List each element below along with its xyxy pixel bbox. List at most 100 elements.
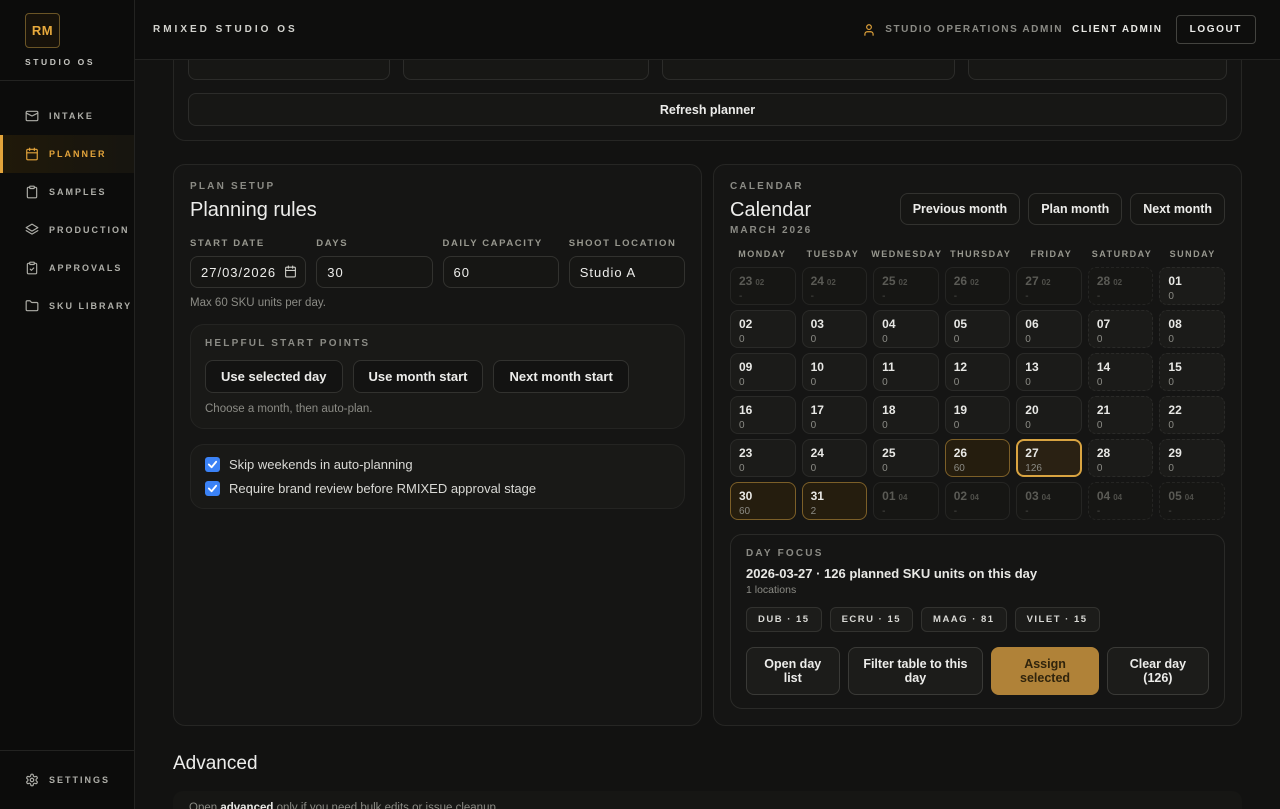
sidebar-item-planner[interactable]: PLANNER [0, 135, 134, 173]
calendar-day-11[interactable]: 11 0 [873, 353, 939, 391]
location-chips: DUB · 15ECRU · 15MAAG · 81VILET · 15 [746, 607, 1209, 632]
sidebar: RM STUDIO OS INTAKE PLANNER SAMPLES PROD… [0, 0, 135, 809]
calendar-day-02[interactable]: 02 0 [730, 310, 796, 348]
cutoff-input[interactable] [662, 60, 955, 80]
topbar: RMIXED STUDIO OS STUDIO OPERATIONS ADMIN… [135, 0, 1280, 60]
sidebar-item-approvals[interactable]: APPROVALS [0, 249, 134, 287]
field-label: DAYS [316, 238, 432, 249]
calendar-day-27-02[interactable]: 2702 - [1016, 267, 1082, 305]
filters-panel-cutoff: Refresh planner [173, 60, 1242, 141]
calendar-day-15[interactable]: 15 0 [1159, 353, 1225, 391]
use-selected-day-button[interactable]: Use selected day [205, 360, 343, 393]
panels-row: PLAN SETUP Planning rules START DATE DAY… [173, 164, 1242, 726]
sidebar-item-sku-library[interactable]: SKU LIBRARY [0, 287, 134, 325]
cutoff-input[interactable] [403, 60, 649, 80]
calendar-day-14[interactable]: 14 0 [1088, 353, 1154, 391]
calendar-day-24-02[interactable]: 2402 - [802, 267, 868, 305]
sidebar-footer: SETTINGS [0, 750, 134, 809]
plan-month-button[interactable]: Plan month [1028, 193, 1122, 225]
next-month-button[interactable]: Next month [1130, 193, 1225, 225]
calendar-day-20[interactable]: 20 0 [1016, 396, 1082, 434]
open-day-list-button[interactable]: Open day list [746, 647, 840, 695]
calendar-day-29[interactable]: 29 0 [1159, 439, 1225, 477]
clear-day-126--button[interactable]: Clear day (126) [1107, 647, 1209, 695]
calendar-day-03-04[interactable]: 0304 - [1016, 482, 1082, 520]
daily-capacity-input[interactable] [443, 256, 559, 288]
days-input[interactable] [316, 256, 432, 288]
calendar-day-02-04[interactable]: 0204 - [945, 482, 1011, 520]
sidebar-item-samples[interactable]: SAMPLES [0, 173, 134, 211]
calendar-day-23[interactable]: 23 0 [730, 439, 796, 477]
refresh-planner-button[interactable]: Refresh planner [188, 93, 1227, 126]
calendar-day-10[interactable]: 10 0 [802, 353, 868, 391]
calendar-day-01[interactable]: 01 0 [1159, 267, 1225, 305]
calendar-day-08[interactable]: 08 0 [1159, 310, 1225, 348]
cutoff-inputs-row [188, 60, 1227, 80]
weekday-label: SUNDAY [1160, 249, 1225, 259]
plan-setup-title: Planning rules [190, 199, 685, 222]
checkbox-icon[interactable] [205, 481, 220, 496]
calendar-day-25-02[interactable]: 2502 - [873, 267, 939, 305]
calendar-day-13[interactable]: 13 0 [1016, 353, 1082, 391]
calendar-day-22[interactable]: 22 0 [1159, 396, 1225, 434]
calendar-day-26-02[interactable]: 2602 - [945, 267, 1011, 305]
calendar-day-09[interactable]: 09 0 [730, 353, 796, 391]
calendar-day-30[interactable]: 30 60 [730, 482, 796, 520]
checkbox-icon[interactable] [205, 457, 220, 472]
calendar-day-05[interactable]: 05 0 [945, 310, 1011, 348]
weekday-label: FRIDAY [1019, 249, 1084, 259]
checkbox-skip-weekends-in-auto-planning[interactable]: Skip weekends in auto-planning [205, 457, 670, 472]
calendar-day-06[interactable]: 06 0 [1016, 310, 1082, 348]
next-month-start-button[interactable]: Next month start [493, 360, 628, 393]
sidebar-item-label: PRODUCTION [49, 225, 130, 235]
calendar-day-31[interactable]: 31 2 [802, 482, 868, 520]
calendar-day-07[interactable]: 07 0 [1088, 310, 1154, 348]
sidebar-item-label: APPROVALS [49, 263, 122, 273]
calendar-day-18[interactable]: 18 0 [873, 396, 939, 434]
topbar-right: STUDIO OPERATIONS ADMIN CLIENT ADMIN LOG… [862, 15, 1256, 44]
calendar-day-16[interactable]: 16 0 [730, 396, 796, 434]
calendar-day-28[interactable]: 28 0 [1088, 439, 1154, 477]
field-daily-capacity: DAILY CAPACITY [443, 238, 559, 288]
weekday-label: TUESDAY [801, 249, 866, 259]
calendar-small-icon[interactable] [284, 265, 297, 278]
sidebar-item-settings[interactable]: SETTINGS [0, 760, 134, 800]
logout-button[interactable]: LOGOUT [1176, 15, 1256, 44]
cutoff-input[interactable] [188, 60, 390, 80]
use-month-start-button[interactable]: Use month start [353, 360, 484, 393]
cutoff-input[interactable] [968, 60, 1227, 80]
advanced-note: Open advanced only if you need bulk edit… [173, 791, 1242, 809]
calendar-day-25[interactable]: 25 0 [873, 439, 939, 477]
layers-icon [25, 223, 39, 237]
shoot-location-input[interactable] [569, 256, 685, 288]
field-label: SHOOT LOCATION [569, 238, 685, 249]
calendar-day-21[interactable]: 21 0 [1088, 396, 1154, 434]
calendar-day-24[interactable]: 24 0 [802, 439, 868, 477]
start-points-label: HELPFUL START POINTS [205, 338, 670, 349]
calendar-day-19[interactable]: 19 0 [945, 396, 1011, 434]
calendar-day-04[interactable]: 04 0 [873, 310, 939, 348]
checkbox-require-brand-review-before-rm[interactable]: Require brand review before RMIXED appro… [205, 481, 670, 496]
calendar-day-27[interactable]: 27 126 [1016, 439, 1082, 477]
calendar-icon [25, 147, 39, 161]
start-points-hint: Choose a month, then auto-plan. [205, 403, 670, 415]
location-chip: VILET · 15 [1015, 607, 1100, 632]
day-focus-box: DAY FOCUS 2026-03-27 · 126 planned SKU u… [730, 534, 1225, 709]
location-chip: ECRU · 15 [830, 607, 913, 632]
sidebar-item-intake[interactable]: INTAKE [0, 97, 134, 135]
start-point-buttons: Use selected day Use month start Next mont… [205, 360, 670, 393]
calendar-day-05-04[interactable]: 0504 - [1159, 482, 1225, 520]
calendar-day-17[interactable]: 17 0 [802, 396, 868, 434]
assign-selected-button[interactable]: Assign selected [991, 647, 1098, 695]
filter-table-to-this-day-button[interactable]: Filter table to this day [848, 647, 984, 695]
calendar-day-03[interactable]: 03 0 [802, 310, 868, 348]
calendar-day-26[interactable]: 26 60 [945, 439, 1011, 477]
calendar-day-23-02[interactable]: 2302 - [730, 267, 796, 305]
calendar-day-12[interactable]: 12 0 [945, 353, 1011, 391]
calendar-day-04-04[interactable]: 0404 - [1088, 482, 1154, 520]
previous-month-button[interactable]: Previous month [900, 193, 1020, 225]
plan-setup-panel: PLAN SETUP Planning rules START DATE DAY… [173, 164, 702, 726]
calendar-day-28-02[interactable]: 2802 - [1088, 267, 1154, 305]
calendar-day-01-04[interactable]: 0104 - [873, 482, 939, 520]
sidebar-item-production[interactable]: PRODUCTION [0, 211, 134, 249]
